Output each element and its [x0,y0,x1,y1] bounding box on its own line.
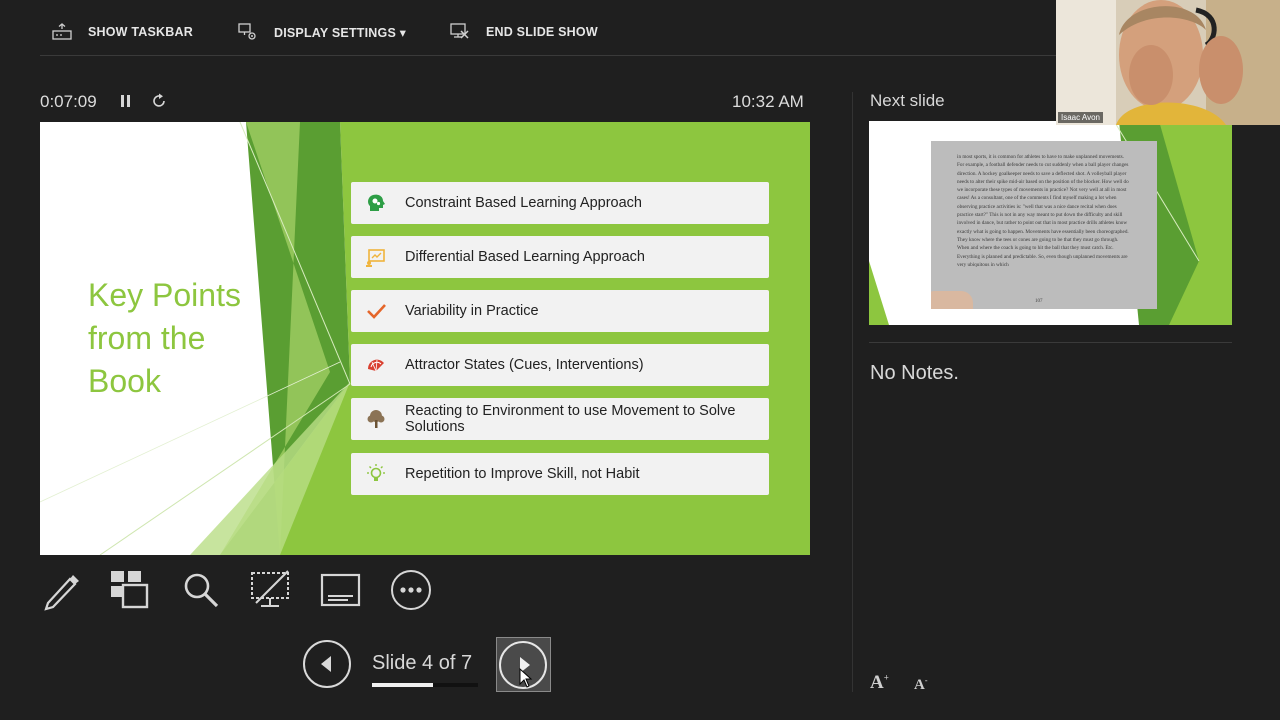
see-all-slides-icon[interactable] [109,569,151,611]
bullet-text: Variability in Practice [405,303,539,319]
more-options-icon[interactable] [390,569,432,611]
bullet-item: Differential Based Learning Approach [351,236,769,278]
head-gears-icon [368,194,385,211]
bullet-text: Constraint Based Learning Approach [405,195,642,211]
slide-title-line: from the [88,320,206,356]
slide-progress-bar [372,683,478,687]
next-slide-label: Next slide [870,91,945,110]
slide-progress-fill [372,683,433,687]
speaker-notes: No Notes. [870,362,959,384]
slide-title-line: Key Points [88,277,241,313]
current-time: 10:32 AM [732,92,804,111]
taskbar-icon [52,23,72,40]
pen-icon[interactable] [40,569,82,611]
bullet-item: Reacting to Environment to use Movement … [351,398,769,440]
panel-divider [852,92,853,692]
show-taskbar-button[interactable]: SHOW TASKBAR [52,20,193,44]
next-slide-preview[interactable]: in most sports, it is common for athlete… [869,121,1232,325]
display-settings-icon [238,23,256,40]
bullet-text: Reacting to Environment to use Movement … [405,403,736,435]
end-show-icon [450,23,469,39]
show-taskbar-label: SHOW TASKBAR [88,25,193,39]
thumb-in-photo [931,291,973,309]
bullet-item: Repetition to Improve Skill, not Habit [351,453,769,495]
notes-divider [869,342,1232,343]
increase-font-button[interactable]: A+ [870,672,889,694]
end-slide-show-button[interactable]: END SLIDE SHOW [450,20,598,44]
book-excerpt: in most sports, it is common for athlete… [957,154,1129,268]
webcam-feed: Isaac Avon [1056,0,1280,125]
end-slide-show-label: END SLIDE SHOW [486,25,598,39]
slide-counter: Slide 4 of 7 [372,652,473,674]
bullet-text: Attractor States (Cues, Interventions) [405,357,644,373]
bullet-item: Constraint Based Learning Approach [351,182,769,224]
bullet-text: Repetition to Improve Skill, not Habit [405,466,640,482]
black-screen-icon[interactable] [250,569,292,611]
presentation-chart-icon [366,249,385,267]
checkmark-icon [367,304,386,319]
webcam-image [1056,0,1280,125]
book-photo: in most sports, it is common for athlete… [931,141,1157,309]
bullet-text: Differential Based Learning Approach [405,249,645,265]
slide-title: Key Points from the Book [88,274,308,403]
book-page-number: 107 [1035,299,1043,304]
fan-icon [367,359,384,372]
display-settings-button[interactable]: DISPLAY SETTINGS ▾ [238,20,406,44]
slide-title-line: Book [88,363,161,399]
tree-icon [367,410,385,428]
pause-icon[interactable] [119,93,133,109]
decrease-font-button[interactable]: A- [914,676,928,694]
elapsed-timer: 0:07:09 [40,92,97,111]
toolbar-divider [40,55,1056,56]
restart-timer-icon[interactable] [151,93,167,109]
current-slide[interactable]: Key Points from the Book Constraint Base… [40,122,810,555]
bullet-item: Variability in Practice [351,290,769,332]
lightbulb-icon [367,464,385,481]
bullet-item: Attractor States (Cues, Interventions) [351,344,769,386]
arrow-left-icon [321,656,331,672]
zoom-icon[interactable] [180,569,222,611]
display-settings-label: DISPLAY SETTINGS ▾ [274,25,407,40]
previous-slide-button[interactable] [303,640,351,688]
participant-name: Isaac Avon [1058,112,1103,123]
mouse-cursor-icon [519,668,533,688]
subtitles-icon[interactable] [320,569,362,611]
